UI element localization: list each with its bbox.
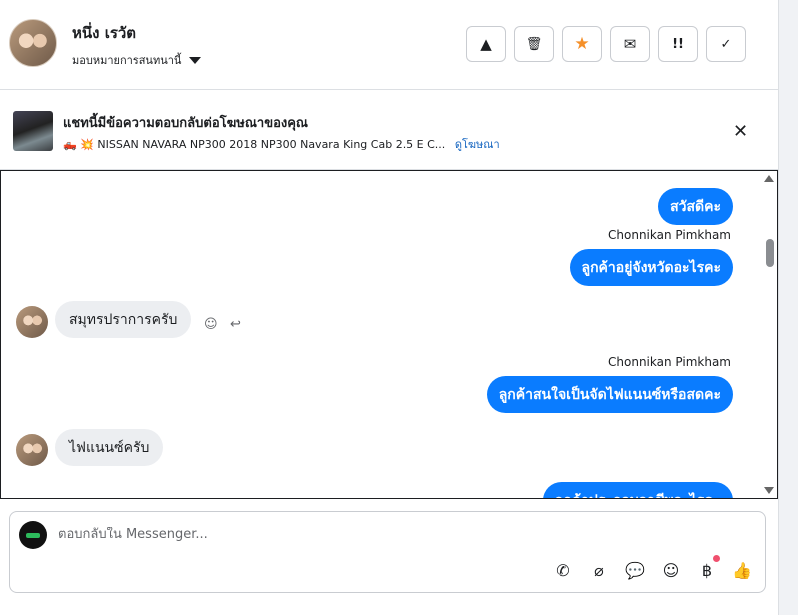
assign-label: มอบหมายการสนทนานี้ (72, 54, 182, 67)
envelope-icon: ✉ (623, 35, 637, 53)
warning-icon: ▲ (480, 35, 492, 53)
ad-thumbnail[interactable] (13, 111, 53, 151)
message-sender: Chonnikan Pimkham (608, 355, 731, 369)
call-add-icon[interactable]: ✆ (552, 559, 574, 581)
conversation-header: หนึ่ง เรวัต มอบหมายการสนทนานี้ ▲ 🗑 ★ ✉ !… (0, 0, 778, 90)
message-bubble-incoming[interactable]: สมุทรปราการครับ (55, 301, 192, 338)
star-button[interactable]: ★ (562, 26, 602, 62)
thumbs-up-icon[interactable]: 👍 (731, 559, 753, 581)
scroll-down-icon[interactable] (764, 487, 774, 494)
chat-bubble-icon[interactable]: 💬 (624, 559, 646, 581)
message-bubble-outgoing[interactable]: ลูกค้าอยู่จังหวัดอะไรคะ (569, 249, 733, 286)
contact-avatar-small (16, 434, 48, 466)
emoji-icon[interactable]: ☺ (660, 559, 682, 581)
ad-context-bar: แชทนี้มีข้อความตอบกลับต่อโฆษณาของคุณ 🛻 💥… (0, 91, 778, 170)
check-icon: ✓ (720, 36, 732, 52)
message-bubble-incoming[interactable]: ไฟแนนซ์ครับ (55, 429, 164, 466)
contact-avatar[interactable] (9, 19, 57, 67)
message-bubble-outgoing[interactable]: ลูกค้าสนใจเป็นจัดไฟแนนซ์หรือสดคะ (486, 376, 733, 413)
mark-spam-button[interactable]: ▲ (466, 26, 506, 62)
ad-title: แชทนี้มีข้อความตอบกลับต่อโฆษณาของคุณ (63, 116, 308, 131)
message-thread[interactable]: สวัสดีคะ Chonnikan Pimkham ลูกค้าอยู่จัง… (0, 170, 778, 499)
star-icon: ★ (574, 34, 590, 54)
ad-subtitle: 🛻 💥 NISSAN NAVARA NP300 2018 NP300 Navar… (63, 135, 500, 153)
close-icon[interactable]: ✕ (733, 121, 748, 142)
trash-icon: 🗑 (525, 36, 543, 52)
priority-icon: !! (672, 36, 684, 52)
follow-up-button[interactable]: !! (658, 26, 698, 62)
message-sender: Chonnikan Pimkham (608, 228, 731, 242)
scrollbar-thumb[interactable] (766, 239, 774, 267)
mark-done-button[interactable]: ✓ (706, 26, 746, 62)
view-ad-link[interactable]: ดูโฆษณา (455, 138, 500, 151)
attachment-icon[interactable]: ⌀ (588, 559, 610, 581)
reply-composer: ✆ ⌀ 💬 ☺ ฿ 👍 (9, 511, 766, 593)
caret-down-icon (189, 56, 202, 64)
assign-dropdown[interactable]: มอบหมายการสนทนานี้ (72, 51, 202, 69)
message-bubble-outgoing[interactable]: ลูกค้าประกอบอาชีพอะไรคะ (542, 482, 733, 498)
message-bubble-outgoing[interactable]: สวัสดีคะ (658, 188, 733, 225)
react-icon[interactable]: ☺ (204, 317, 218, 332)
baht-icon[interactable]: ฿ (696, 559, 718, 581)
conversation-panel: หนึ่ง เรวัต มอบหมายการสนทนานี้ ▲ 🗑 ★ ✉ !… (0, 0, 778, 615)
delete-button[interactable]: 🗑 (514, 26, 554, 62)
scrollbar[interactable] (763, 171, 777, 498)
notification-dot (713, 555, 720, 562)
mark-unread-button[interactable]: ✉ (610, 26, 650, 62)
right-side-panel-edge (778, 0, 798, 615)
contact-avatar-small (16, 306, 48, 338)
ad-description: 🛻 💥 NISSAN NAVARA NP300 2018 NP300 Navar… (63, 138, 446, 151)
contact-name[interactable]: หนึ่ง เรวัต (72, 21, 136, 45)
scroll-up-icon[interactable] (764, 175, 774, 182)
reply-icon[interactable]: ↩ (230, 317, 241, 332)
page-logo-avatar (19, 521, 47, 549)
reply-input[interactable] (58, 527, 658, 542)
